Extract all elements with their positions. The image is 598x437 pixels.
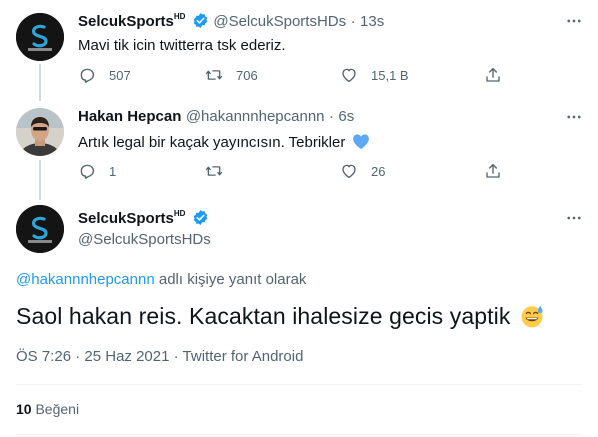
reply-icon — [80, 164, 95, 179]
tweet3-author: SelcukSportsHD — [78, 209, 209, 228]
like-stats[interactable]: 10 Beğeni — [16, 401, 79, 417]
tweet1-handle[interactable]: @SelcukSportsHDs — [213, 13, 346, 30]
tweet2-like-count: 26 — [371, 163, 386, 179]
tweet1-name[interactable]: SelcukSportsHD — [78, 12, 186, 30]
tweet3-source[interactable]: Twitter for Android — [183, 348, 304, 365]
selcuksports-logo-icon — [16, 13, 64, 61]
tweet2-time[interactable]: 6s — [338, 108, 354, 125]
verified-badge-icon — [193, 13, 208, 28]
tweet2-text: Artık legal bir kaçak yayıncısın. Tebrik… — [78, 134, 346, 151]
tweet1-like-action[interactable]: 15,1 B — [340, 66, 409, 84]
tweet2-dot: · — [328, 108, 334, 125]
tweet1-dot: · — [350, 13, 356, 30]
tweet2-reply-action[interactable]: 1 — [78, 162, 116, 180]
tweet3-sep2: · — [173, 348, 179, 365]
tweet2-share-action[interactable] — [484, 162, 515, 180]
tweet1-header: SelcukSportsHD @SelcukSportsHDs · 13s — [78, 12, 384, 31]
like-stats-count: 10 — [16, 401, 32, 417]
reply-icon — [80, 68, 95, 83]
divider — [16, 434, 582, 435]
tweet3-text: Saol hakan reis. Kacaktan ihalesize geci… — [16, 303, 511, 329]
tweet2-handle[interactable]: @hakannnhepcannn — [186, 108, 325, 125]
retweet-icon — [205, 166, 223, 176]
tweet1-name-sup: HD — [173, 12, 186, 21]
tweet2-reply-count: 1 — [109, 163, 117, 179]
like-stats-label: Beğeni — [35, 401, 80, 417]
like-icon — [342, 68, 356, 83]
tweet1-text: Mavi tik icin twitterra tsk ederiz. — [78, 37, 286, 54]
tweet1-reply-action[interactable]: 507 — [78, 66, 131, 84]
more-icon[interactable] — [565, 108, 583, 131]
tweet1-reply-count: 507 — [109, 67, 131, 83]
share-icon — [486, 163, 500, 178]
tweet2-name[interactable]: Hakan Hepcan — [78, 108, 181, 125]
divider — [16, 384, 582, 385]
avatar-selcuksports[interactable] — [16, 205, 64, 253]
tweet3-handle[interactable]: @SelcukSportsHDs — [78, 231, 211, 248]
tweet1-time[interactable]: 13s — [360, 13, 384, 30]
grinning-sweat-face-icon — [521, 305, 543, 328]
replying-to: @hakannnhepcannn adlı kişiye yanıt olara… — [16, 271, 306, 288]
tweet1-like-count: 15,1 B — [371, 67, 409, 83]
avatar-selcuksports[interactable] — [16, 13, 64, 61]
tweet3-time[interactable]: ÖS 7:26 — [16, 348, 71, 365]
more-icon[interactable] — [565, 209, 583, 232]
tweet1-share-action[interactable] — [484, 66, 515, 84]
profile-photo — [16, 108, 64, 156]
blue-heart-icon — [352, 134, 369, 149]
tweet3-date[interactable]: 25 Haz 2021 — [84, 348, 169, 365]
tweet2-like-action[interactable]: 26 — [340, 162, 385, 180]
tweet1-retweet-count: 706 — [236, 67, 258, 83]
tweet2-header: Hakan Hepcan @hakannnhepcannn · 6s — [78, 108, 354, 126]
retweet-icon — [205, 70, 223, 80]
thread-line — [39, 64, 41, 101]
like-icon — [342, 164, 356, 179]
tweet3-sep1: · — [75, 348, 81, 365]
tweet2-text-row: Artık legal bir kaçak yayıncısın. Tebrik… — [78, 133, 370, 151]
tweet3-text-row: Saol hakan reis. Kacaktan ihalesize geci… — [16, 303, 545, 330]
more-icon[interactable] — [565, 12, 583, 35]
tweet3-meta: ÖS 7:26 · 25 Haz 2021 · Twitter for Andr… — [16, 348, 303, 365]
tweet3-name-sup: HD — [173, 209, 186, 218]
verified-badge-icon — [193, 210, 208, 225]
replying-to-suffix: adlı kişiye yanıt olarak — [158, 271, 307, 288]
avatar-hakan-hepcan[interactable] — [16, 108, 64, 156]
selcuksports-logo-icon — [16, 205, 64, 253]
share-icon — [486, 67, 500, 82]
thread-line — [39, 160, 41, 200]
tweet2-retweet-action[interactable] — [205, 162, 236, 180]
replying-to-handle[interactable]: @hakannnhepcannn — [16, 271, 155, 288]
tweet1-retweet-action[interactable]: 706 — [205, 66, 258, 84]
tweet3-name[interactable]: SelcukSportsHD — [78, 209, 186, 227]
